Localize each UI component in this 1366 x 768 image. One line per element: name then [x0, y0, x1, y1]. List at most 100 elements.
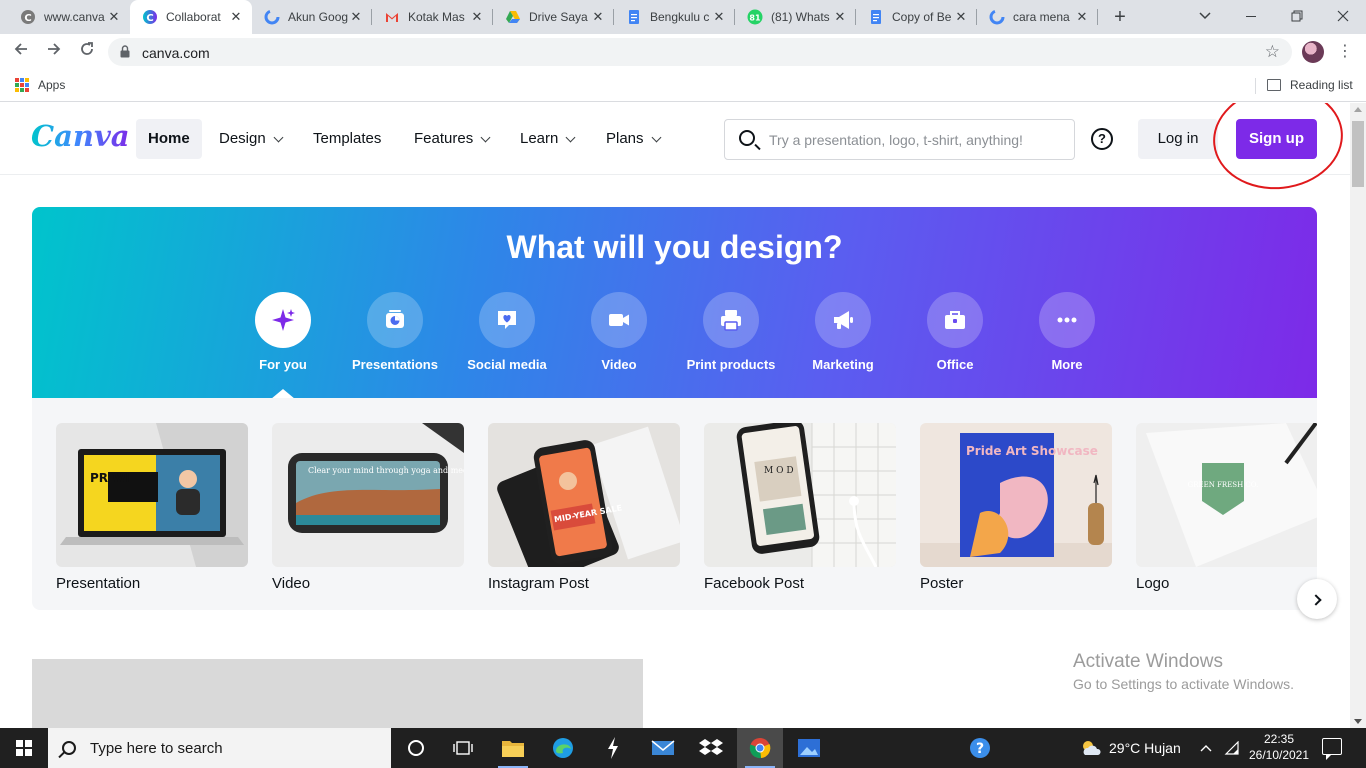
close-icon	[1337, 10, 1349, 22]
nav-plans[interactable]: Plans	[606, 119, 661, 159]
canva-header: Canva Home Design Templates Features Lea…	[0, 103, 1350, 196]
category-marketing[interactable]: Marketing	[788, 292, 898, 372]
nav-learn[interactable]: Learn	[520, 119, 576, 159]
tab-close-icon[interactable]: ✕	[469, 9, 485, 25]
network-icon[interactable]	[1220, 728, 1244, 768]
nav-home[interactable]: Home	[136, 119, 202, 159]
category-more[interactable]: More	[1012, 292, 1122, 372]
category-social-media[interactable]: Social media	[452, 292, 562, 372]
login-button[interactable]: Log in	[1138, 119, 1218, 159]
address-bar[interactable]: canva.com ☆	[108, 38, 1292, 66]
taskbar-search-placeholder[interactable]: Type here to search	[90, 740, 223, 757]
cortana-button[interactable]	[393, 728, 439, 768]
browser-tab[interactable]: Drive Saya ✕	[493, 0, 614, 34]
scroll-up-icon[interactable]	[1354, 107, 1362, 112]
card-thumbnail: PR WI	[56, 423, 248, 567]
profile-avatar[interactable]	[1302, 41, 1324, 63]
clock-time: 22:35	[1263, 732, 1295, 746]
url-text[interactable]: canva.com	[142, 45, 210, 61]
scrollbar-thumb[interactable]	[1352, 121, 1364, 187]
reading-list-button[interactable]: Reading list	[1290, 78, 1353, 92]
poster-image: Pride Art Showcase	[920, 423, 1112, 567]
photos-button[interactable]	[786, 728, 832, 768]
browser-tab[interactable]: Akun Goog ✕	[252, 0, 372, 34]
category-for-you[interactable]: For you	[228, 292, 338, 372]
minimize-button[interactable]	[1228, 0, 1274, 34]
taskbar-app-button[interactable]	[590, 728, 636, 768]
mail-button[interactable]	[640, 728, 686, 768]
browser-tab[interactable]: Copy of Be ✕	[856, 0, 977, 34]
file-explorer-button[interactable]	[490, 728, 536, 768]
category-office[interactable]: Office	[900, 292, 1010, 372]
task-view-button[interactable]	[440, 728, 486, 768]
taskbar-search[interactable]: Type here to search	[48, 728, 391, 768]
tab-close-icon[interactable]: ✕	[953, 9, 969, 25]
presentation-icon	[367, 292, 423, 348]
taskbar-clock[interactable]: 22:35 26/10/2021	[1248, 731, 1310, 763]
scroll-down-icon[interactable]	[1354, 719, 1362, 724]
new-tab-button[interactable]: +	[1108, 5, 1132, 29]
notification-center-icon[interactable]	[1322, 738, 1342, 760]
tab-close-icon[interactable]: ✕	[348, 9, 364, 25]
category-video[interactable]: Video	[564, 292, 674, 372]
design-card-video[interactable]: Clear your mind through yoga and meditat…	[272, 423, 464, 592]
tab-close-icon[interactable]: ✕	[590, 9, 606, 25]
tab-close-icon[interactable]: ✕	[711, 9, 727, 25]
nav-templates[interactable]: Templates	[313, 119, 381, 159]
design-card-instagram-post[interactable]: MID-YEAR SALE Instagram Post	[488, 423, 680, 592]
category-label: Marketing	[812, 357, 874, 372]
browser-tab[interactable]: Bengkulu c ✕	[614, 0, 735, 34]
browser-menu-icon[interactable]: ⋮	[1337, 40, 1353, 64]
browser-tab[interactable]: cara mena ✕	[977, 0, 1098, 34]
tab-close-icon[interactable]: ✕	[106, 9, 122, 25]
tab-close-icon[interactable]: ✕	[1074, 9, 1090, 25]
reload-button[interactable]	[75, 40, 99, 64]
tab-close-icon[interactable]: ✕	[832, 9, 848, 25]
design-card-facebook-post[interactable]: M O D Facebook Post	[704, 423, 896, 592]
bookmark-star-icon[interactable]: ☆	[1265, 42, 1280, 62]
briefcase-icon	[927, 292, 983, 348]
canva-logo[interactable]: Canva	[31, 119, 130, 153]
close-window-button[interactable]	[1320, 0, 1366, 34]
weather-icon[interactable]	[1071, 728, 1111, 768]
design-card-logo[interactable]: GREEN FRESH CO. Logo	[1136, 423, 1317, 592]
help-icon[interactable]: ?	[1091, 128, 1113, 150]
edge-button[interactable]	[540, 728, 586, 768]
browser-tab[interactable]: 81 (81) Whats ✕	[735, 0, 856, 34]
search-box[interactable]: Try a presentation, logo, t-shirt, anyth…	[724, 119, 1075, 160]
weather-text[interactable]: 29°C Hujan	[1109, 728, 1181, 768]
whatsapp-icon: 81	[747, 9, 763, 25]
chrome-button[interactable]	[737, 728, 783, 768]
category-presentations[interactable]: Presentations	[340, 292, 450, 372]
design-card-presentation[interactable]: PR WI Presentation	[56, 423, 248, 592]
help-tray-button[interactable]: ?	[957, 728, 1003, 768]
dropbox-button[interactable]	[688, 728, 734, 768]
tray-expand-button[interactable]	[1194, 728, 1218, 768]
start-button[interactable]	[0, 728, 48, 768]
nav-design[interactable]: Design	[219, 119, 284, 159]
windows-logo-icon	[16, 740, 32, 756]
reading-list-icon[interactable]	[1267, 79, 1281, 91]
category-print-products[interactable]: Print products	[676, 292, 786, 372]
activate-windows-watermark: Activate Windows Go to Settings to activ…	[1073, 651, 1294, 692]
apps-bookmark[interactable]: Apps	[38, 78, 65, 92]
nav-features[interactable]: Features	[414, 119, 491, 159]
browser-tab[interactable]: Kotak Mas ✕	[372, 0, 493, 34]
browser-tab[interactable]: C www.canva ✕	[8, 0, 130, 34]
tab-title: www.canva	[44, 10, 105, 24]
browser-tab-active[interactable]: C Collaborat ✕	[130, 0, 252, 34]
phone-instagram-image: MID-YEAR SALE	[488, 423, 680, 567]
restore-button[interactable]	[1274, 0, 1320, 34]
card-label: Logo	[1136, 575, 1170, 592]
tab-close-icon[interactable]: ✕	[228, 9, 244, 25]
carousel-next-button[interactable]	[1297, 579, 1337, 619]
signup-button[interactable]: Sign up	[1236, 119, 1317, 159]
forward-button[interactable]	[42, 40, 66, 64]
folder-icon	[502, 741, 524, 757]
back-button[interactable]	[9, 40, 33, 64]
search-placeholder[interactable]: Try a presentation, logo, t-shirt, anyth…	[769, 132, 1023, 148]
apps-grid-icon[interactable]	[15, 78, 29, 92]
tab-search-button[interactable]	[1182, 0, 1228, 34]
design-card-poster[interactable]: Pride Art Showcase Poster	[920, 423, 1112, 592]
page-scrollbar[interactable]	[1350, 103, 1366, 728]
